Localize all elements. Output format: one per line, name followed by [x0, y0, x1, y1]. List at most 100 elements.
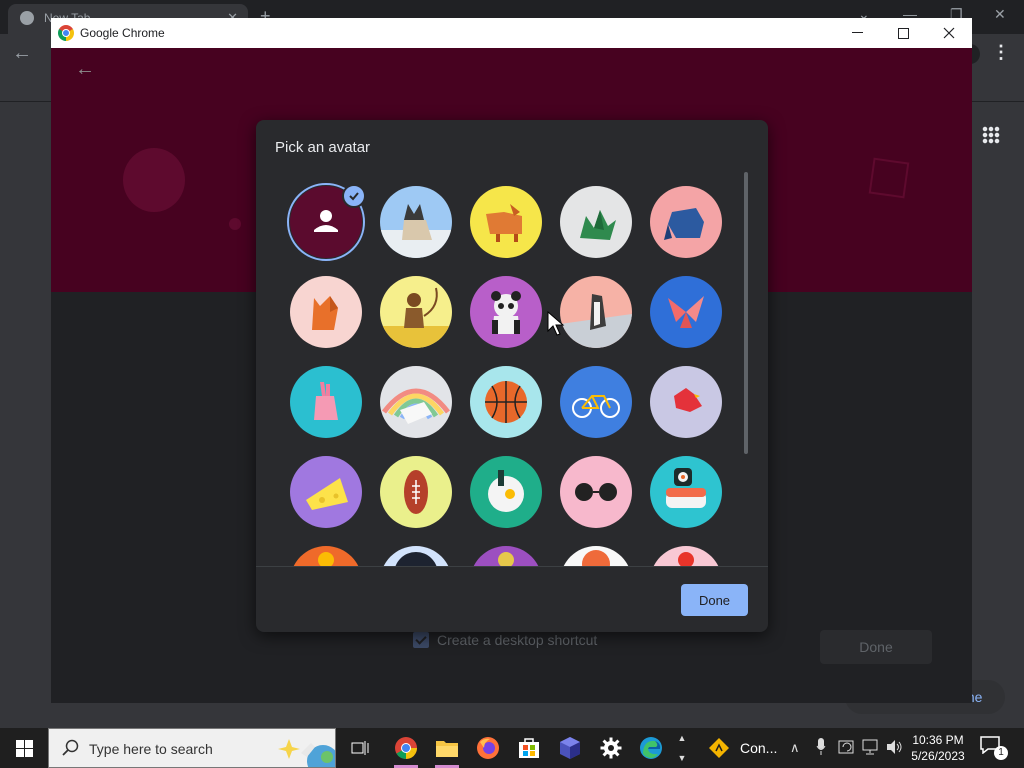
penguin-origami-icon — [560, 276, 632, 348]
back-arrow-icon[interactable]: ← — [75, 58, 95, 81]
avatar-corgi[interactable] — [470, 186, 542, 258]
kebab-menu-icon[interactable]: ⋮ — [992, 42, 1010, 63]
avatar-25[interactable] — [650, 546, 722, 566]
microphone-icon[interactable] — [816, 738, 826, 759]
chrome-logo-icon — [58, 25, 74, 41]
task-view-icon — [351, 741, 369, 755]
shortcut-label: Create a desktop shortcut — [437, 632, 598, 648]
back-arrow-icon[interactable]: ← — [12, 42, 32, 65]
notification-count-badge: 1 — [994, 746, 1008, 760]
cube-app-icon — [560, 737, 580, 759]
edge-icon — [640, 737, 662, 759]
desktop-shortcut-checkbox[interactable]: Create a desktop shortcut — [413, 632, 597, 648]
windows-update-icon[interactable] — [838, 738, 856, 759]
firefox-icon — [477, 737, 499, 759]
chevron-up-icon[interactable]: ▲ — [678, 733, 687, 743]
search-highlight-icon — [278, 739, 335, 767]
avatar-unicorn[interactable] — [380, 366, 452, 438]
volume-icon[interactable] — [885, 738, 903, 759]
sunglasses-icon — [560, 456, 632, 528]
tray-chevron-up-icon[interactable]: ∧ — [790, 740, 800, 756]
orange-avatar-icon — [290, 546, 362, 566]
network-icon[interactable] — [862, 738, 880, 759]
dark-ring-avatar-icon — [380, 546, 452, 566]
rabbit-origami-icon — [290, 366, 362, 438]
corgi-origami-icon — [470, 186, 542, 258]
basketball-icon — [470, 366, 542, 438]
dragon-origami-icon — [560, 186, 632, 258]
avatar-rabbit[interactable] — [290, 366, 362, 438]
taskbar-app-cube[interactable] — [550, 728, 590, 768]
avatar-dragon[interactable] — [560, 186, 632, 258]
avatar-monkey[interactable] — [380, 276, 452, 348]
butterfly-origami-icon — [650, 276, 722, 348]
avatar-bike[interactable] — [560, 366, 632, 438]
action-center-button[interactable]: 1 — [980, 736, 1008, 760]
taskbar-edge[interactable] — [631, 728, 671, 768]
maximize-icon — [897, 27, 909, 39]
clock-date: 5/26/2023 — [911, 749, 965, 763]
avatar-generic-person[interactable] — [287, 183, 366, 261]
start-button[interactable] — [0, 728, 48, 768]
banner-decoration — [868, 157, 910, 199]
pink-avatar-icon — [650, 546, 722, 566]
avatar-football[interactable] — [380, 456, 452, 528]
avatar-basketball[interactable] — [470, 366, 542, 438]
avatar-butterfly[interactable] — [650, 276, 722, 348]
profile-done-button[interactable]: Done — [820, 630, 932, 664]
minimize-button[interactable] — [834, 18, 880, 48]
taskbar-chrome[interactable] — [386, 728, 426, 768]
sushi-icon — [650, 456, 722, 528]
avatar-22[interactable] — [380, 546, 452, 566]
taskbar-overflow-scroll[interactable]: ▲ ▼ — [672, 728, 692, 768]
avatar-cheese[interactable] — [290, 456, 362, 528]
close-icon[interactable]: ✕ — [994, 6, 1006, 23]
chrome-tab-icon — [20, 11, 34, 25]
avatar-sunglasses[interactable] — [560, 456, 632, 528]
banner-decoration — [123, 148, 185, 212]
avatar-21[interactable] — [290, 546, 362, 566]
bicycle-icon — [560, 366, 632, 438]
avatar-scroll-area[interactable] — [256, 176, 768, 566]
maximize-button[interactable] — [880, 18, 926, 48]
search-placeholder: Type here to search — [89, 741, 213, 757]
search-icon — [61, 739, 79, 762]
taskbar-running-app[interactable]: Con... — [700, 728, 786, 768]
fox-origami-icon — [290, 276, 362, 348]
taskbar-firefox[interactable] — [468, 728, 508, 768]
avatar-panda[interactable] — [470, 276, 542, 348]
avatar-grid — [287, 183, 722, 566]
checkbox-checked-icon[interactable] — [413, 632, 429, 648]
taskbar-microsoft-store[interactable] — [509, 728, 549, 768]
gear-icon — [600, 737, 622, 759]
elephant-origami-icon — [650, 186, 722, 258]
dialog-divider — [256, 566, 768, 567]
avatar-23[interactable] — [470, 546, 542, 566]
windows-taskbar: Type here to search ▲ ▼ Con... ∧ 10:36 P… — [0, 728, 1024, 768]
taskbar-settings[interactable] — [591, 728, 631, 768]
chevron-down-icon[interactable]: ▼ — [678, 753, 687, 763]
avatar-elephant[interactable] — [650, 186, 722, 258]
close-button[interactable] — [926, 18, 972, 48]
task-view-button[interactable] — [340, 728, 380, 768]
avatar-ramen[interactable] — [470, 456, 542, 528]
apps-grid-icon[interactable] — [982, 126, 1000, 144]
avatar-fox[interactable] — [290, 276, 362, 348]
bird-origami-icon — [650, 366, 722, 438]
avatar-bird[interactable] — [650, 366, 722, 438]
banner-decoration — [229, 218, 241, 230]
done-button[interactable]: Done — [681, 584, 748, 616]
store-icon — [519, 738, 539, 758]
dialog-scrollbar[interactable] — [744, 172, 748, 454]
avatar-sushi[interactable] — [650, 456, 722, 528]
taskbar-search-box[interactable]: Type here to search — [48, 728, 336, 768]
avatar-cat[interactable] — [380, 186, 452, 258]
dialog-title: Pick an avatar — [275, 139, 371, 156]
avatar-24[interactable] — [560, 546, 632, 566]
warning-sign-icon — [709, 738, 729, 758]
avatar-penguin[interactable] — [560, 276, 632, 348]
ramen-bowl-icon — [470, 456, 542, 528]
taskbar-clock[interactable]: 10:36 PM 5/26/2023 — [906, 732, 970, 764]
taskbar-file-explorer[interactable] — [427, 728, 467, 768]
checkmark-icon — [342, 184, 366, 208]
